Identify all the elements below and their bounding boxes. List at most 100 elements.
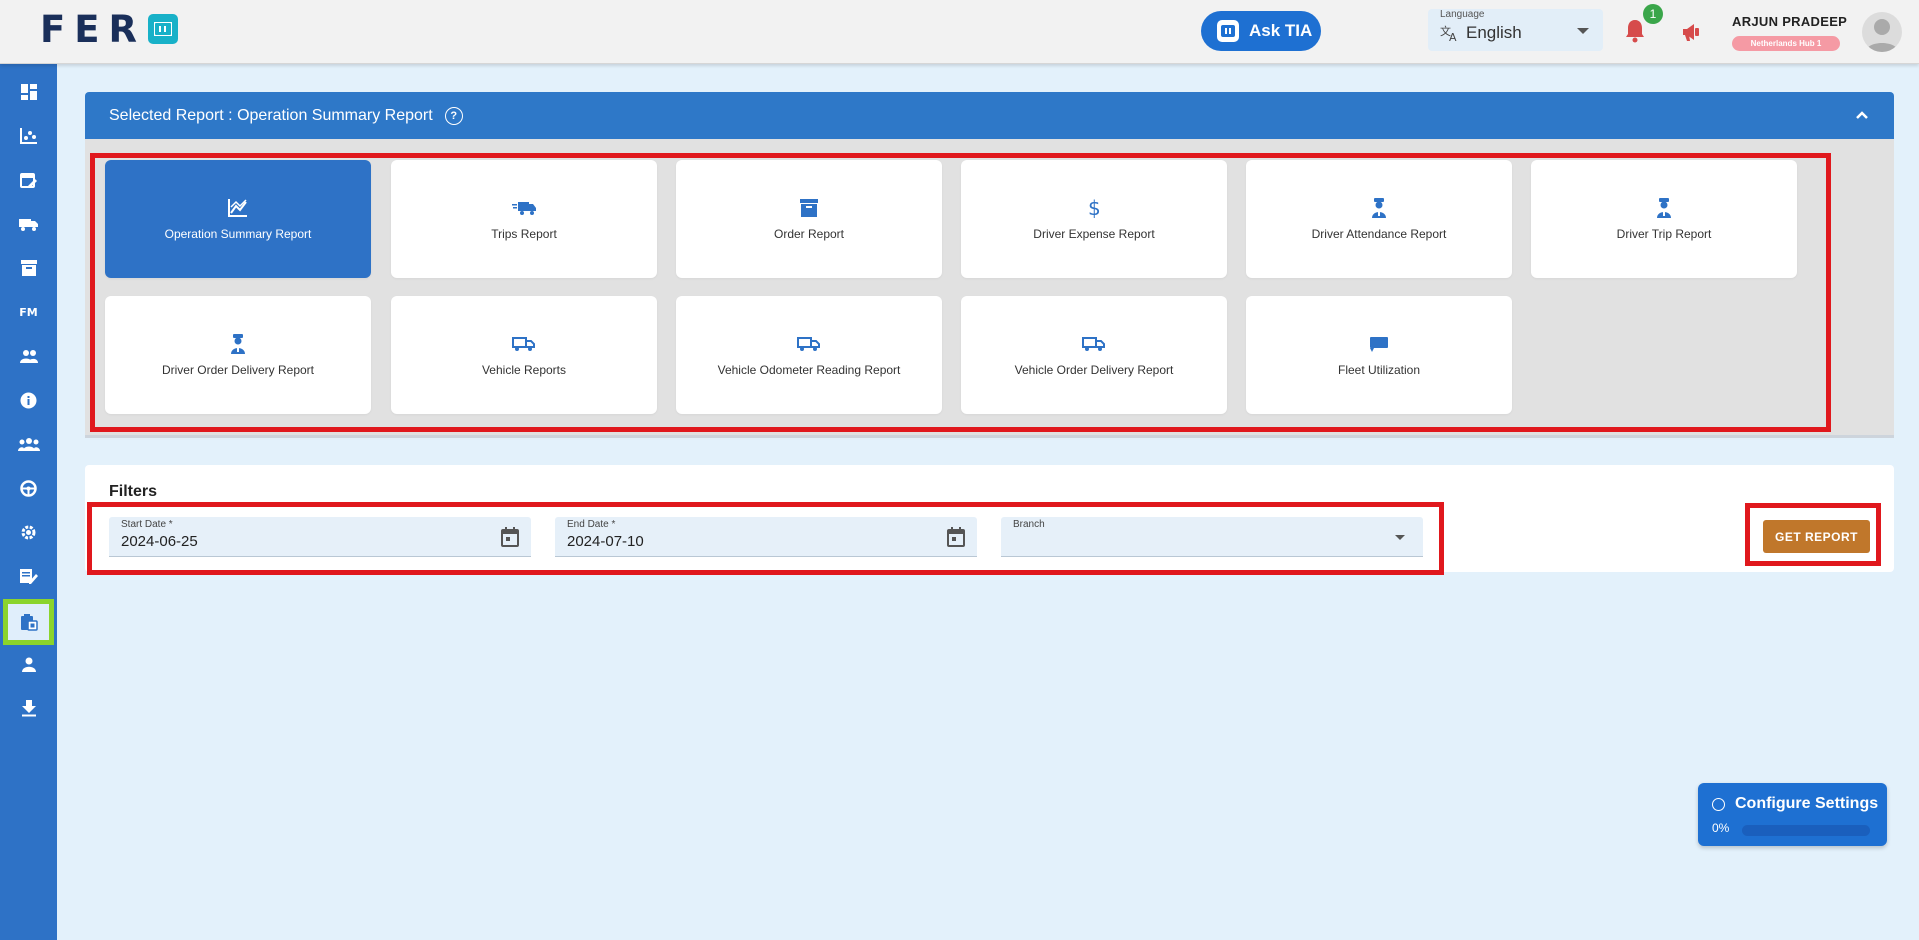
fleet-icon: [1368, 333, 1390, 355]
ask-tia-button[interactable]: Ask TIA: [1201, 11, 1321, 51]
selected-report-header: Selected Report : Operation Summary Repo…: [85, 92, 1894, 139]
download-icon: [21, 699, 36, 716]
fm-icon: FM: [19, 305, 38, 319]
truck-outline-icon: [797, 333, 821, 355]
logo-text: FER: [40, 7, 147, 51]
fero-logo[interactable]: FER: [40, 8, 179, 51]
card-label: Vehicle Order Delivery Report: [1014, 363, 1174, 377]
report-card-trips[interactable]: Trips Report: [391, 160, 657, 278]
report-card-driver-order-delivery[interactable]: Driver Order Delivery Report: [105, 296, 371, 414]
avatar[interactable]: [1862, 12, 1902, 52]
language-value: 文A English: [1440, 23, 1522, 43]
chevron-down-icon: [1577, 28, 1589, 34]
card-label: Driver Expense Report: [1033, 227, 1155, 241]
top-bar: FER Ask TIA Language 文A English 1 ARJUN …: [0, 0, 1919, 64]
end-date-value: 2024-07-10: [567, 533, 644, 550]
sidebar-item-team[interactable]: [0, 426, 57, 462]
config-title-text: Configure Settings: [1735, 795, 1879, 812]
team-icon: [17, 438, 40, 451]
selected-report-title: Selected Report : Operation Summary Repo…: [109, 106, 433, 124]
sidebar-item-download[interactable]: [0, 690, 57, 726]
user-name[interactable]: ARJUN PRADEEP: [1732, 14, 1847, 29]
fast-truck-icon: [512, 197, 536, 219]
driver-icon: [21, 657, 36, 672]
card-label: Driver Attendance Report: [1311, 227, 1447, 241]
sidebar-item-driver[interactable]: [0, 646, 57, 682]
config-title: Configure Settings: [1712, 795, 1878, 813]
get-report-button[interactable]: GET REPORT: [1763, 520, 1870, 553]
filters-panel: Filters Start Date * 2024-06-25 End Date…: [85, 465, 1894, 572]
card-label: Operation Summary Report: [164, 227, 312, 241]
calendar-edit-icon: [20, 172, 37, 188]
sidebar-item-analytics[interactable]: [0, 118, 57, 154]
report-card-vehicle-reports[interactable]: Vehicle Reports: [391, 296, 657, 414]
filters-title: Filters: [109, 483, 158, 500]
archive-box-icon: [800, 197, 818, 219]
start-date-value: 2024-06-25: [121, 533, 198, 550]
language-select[interactable]: Language 文A English: [1428, 9, 1603, 51]
chevron-up-icon[interactable]: [1854, 107, 1870, 123]
end-date-field[interactable]: End Date * 2024-07-10: [555, 517, 977, 557]
sidebar-item-trips[interactable]: [0, 206, 57, 242]
dollar-icon: $: [1087, 197, 1101, 219]
report-card-order[interactable]: Order Report: [676, 160, 942, 278]
megaphone-icon[interactable]: [1680, 20, 1704, 44]
truck-icon: [18, 218, 38, 231]
driver-icon: [1656, 197, 1672, 219]
help-icon[interactable]: ?: [444, 106, 463, 125]
chart-icon: [228, 197, 248, 219]
sidebar-item-schedule[interactable]: [0, 162, 57, 198]
sidebar-item-reports[interactable]: [3, 599, 54, 645]
archive-icon: [20, 260, 37, 276]
circle-icon: [1712, 797, 1725, 811]
svg-text:$: $: [1088, 198, 1101, 218]
card-label: Driver Trip Report: [1616, 227, 1712, 241]
group-icon: [19, 350, 38, 363]
config-progress-text: 0%: [1712, 821, 1730, 835]
sidebar-item-dashboard[interactable]: [0, 74, 57, 110]
hub-badge: Netherlands Hub 1: [1732, 36, 1840, 51]
config-progress-bar: [1742, 825, 1870, 836]
branch-label: Branch: [1013, 519, 1045, 530]
end-date-label: End Date *: [567, 519, 616, 530]
notification-badge: 1: [1643, 4, 1663, 24]
sidebar-item-settings[interactable]: [0, 514, 57, 550]
sidebar-item-fm[interactable]: FM: [0, 294, 57, 330]
report-card-driver-trip[interactable]: Driver Trip Report: [1531, 160, 1797, 278]
ask-tia-icon: [1217, 20, 1239, 42]
logo-mark-icon: [148, 14, 179, 44]
calendar-icon[interactable]: [501, 527, 519, 547]
report-card-vehicle-odometer[interactable]: Vehicle Odometer Reading Report: [676, 296, 942, 414]
report-card-driver-expense[interactable]: $ Driver Expense Report: [961, 160, 1227, 278]
start-date-label: Start Date *: [121, 519, 173, 530]
settings-icon: [21, 525, 36, 539]
card-label: Driver Order Delivery Report: [161, 363, 315, 377]
driver-icon: [230, 333, 246, 355]
card-label: Vehicle Reports: [481, 363, 567, 377]
configure-settings-widget[interactable]: Configure Settings 0%: [1698, 783, 1887, 846]
card-label: Order Report: [773, 227, 845, 241]
card-label: Trips Report: [491, 227, 557, 241]
sidebar-item-info[interactable]: [0, 382, 57, 418]
branch-select[interactable]: Branch: [1001, 517, 1423, 557]
truck-outline-icon: [1082, 333, 1106, 355]
language-value-text: English: [1466, 23, 1522, 42]
report-card-driver-attendance[interactable]: Driver Attendance Report: [1246, 160, 1512, 278]
sidebar-item-group[interactable]: [0, 338, 57, 374]
edit-note-icon: [19, 569, 38, 584]
language-label: Language: [1440, 9, 1485, 20]
truck-outline-icon: [512, 333, 536, 355]
card-label: Vehicle Odometer Reading Report: [717, 363, 901, 377]
sidebar-item-notes[interactable]: [0, 558, 57, 594]
calendar-icon[interactable]: [947, 527, 965, 547]
sidebar-item-orders[interactable]: [0, 250, 57, 286]
bell-icon[interactable]: [1624, 18, 1646, 44]
reports-icon: [20, 614, 38, 631]
report-card-vehicle-order-delivery[interactable]: Vehicle Order Delivery Report: [961, 296, 1227, 414]
driver-icon: [1371, 197, 1387, 219]
analytics-icon: [19, 128, 37, 144]
report-card-operation-summary[interactable]: Operation Summary Report: [105, 160, 371, 278]
report-card-fleet-utilization[interactable]: Fleet Utilization: [1246, 296, 1512, 414]
sidebar-item-drivers[interactable]: [0, 470, 57, 506]
start-date-field[interactable]: Start Date * 2024-06-25: [109, 517, 531, 557]
